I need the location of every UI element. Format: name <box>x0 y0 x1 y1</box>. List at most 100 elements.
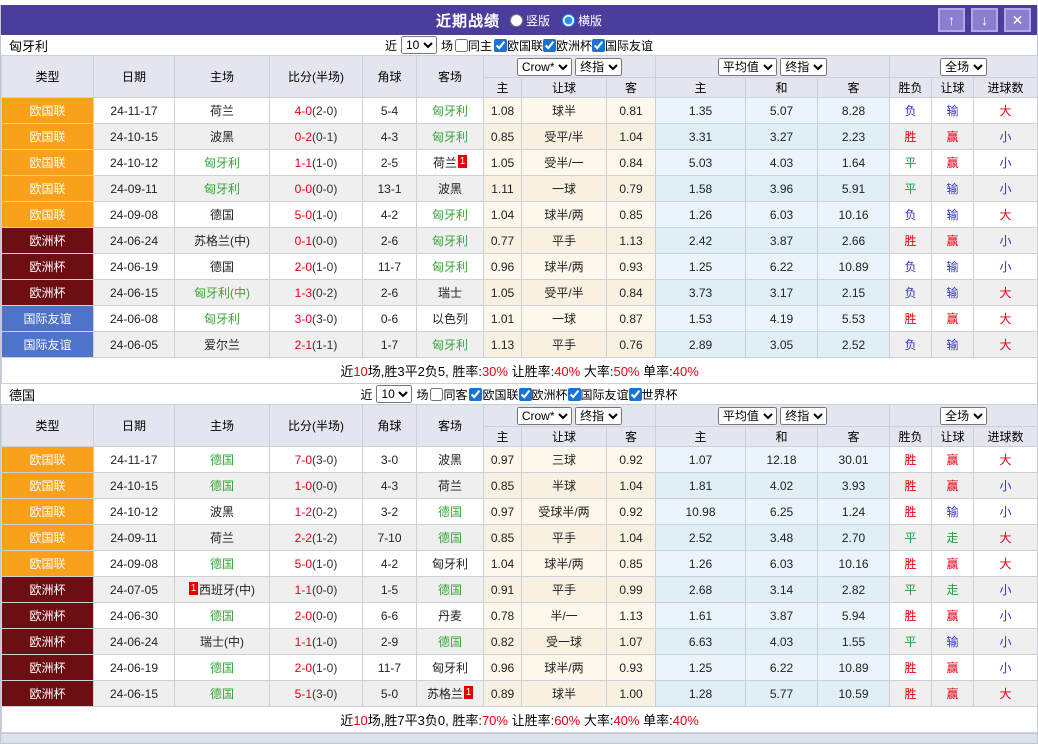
avg-stage-select[interactable]: 终指 <box>780 58 827 76</box>
match-type-cell: 欧国联 <box>2 176 94 202</box>
avg-away-cell: 2.70 <box>818 525 890 551</box>
result-cell: 胜 <box>890 473 932 499</box>
league-checkbox[interactable]: 欧洲杯 <box>519 386 568 403</box>
home-odds-cell: 1.08 <box>484 98 522 124</box>
avg-draw-cell: 6.22 <box>746 655 818 681</box>
up-arrow-icon: ↑ <box>948 10 955 30</box>
league-checkbox-label: 欧国联 <box>507 37 543 54</box>
league-checkbox-input[interactable] <box>494 39 507 52</box>
goals-cell: 小 <box>974 254 1038 280</box>
home-team-cell: 爱尔兰 <box>175 332 270 358</box>
away-team-cell: 匈牙利 <box>417 124 484 150</box>
league-checkbox-label: 欧洲杯 <box>556 37 592 54</box>
filter-row: 德国 近 10 场 同客 欧国联 欧洲杯 国际友谊 世界杯 <box>1 384 1037 404</box>
avg-source-select[interactable]: 平均值 <box>718 58 777 76</box>
home-team-cell: 德国 <box>175 473 270 499</box>
home-odds-cell: 1.13 <box>484 332 522 358</box>
avg-stage-select[interactable]: 终指 <box>780 407 827 425</box>
odds-stage-select[interactable]: 终指 <box>575 407 622 425</box>
vertical-radio-input[interactable] <box>510 14 523 27</box>
table-row: 欧国联 24-10-12 匈牙利 1-1(1-0) 2-5 荷兰1 1.05 受… <box>2 150 1038 176</box>
league-checkbox-input[interactable] <box>519 388 532 401</box>
avg-home-cell: 3.73 <box>656 280 746 306</box>
scope-select[interactable]: 全场 <box>940 407 987 425</box>
layout-horizontal-radio[interactable]: 横版 <box>562 12 602 29</box>
date-cell: 24-09-08 <box>94 551 175 577</box>
home-team-cell: 德国 <box>175 447 270 473</box>
league-checkbox-label: 欧洲杯 <box>532 386 568 403</box>
scope-select[interactable]: 全场 <box>940 58 987 76</box>
goals-cell: 大 <box>974 202 1038 228</box>
handicap-result-cell: 赢 <box>932 551 974 577</box>
same-venue-label: 同主 <box>468 37 492 54</box>
handicap-cell: 球半 <box>522 681 607 707</box>
avg-home-cell: 1.25 <box>656 254 746 280</box>
avg-away-cell: 10.16 <box>818 202 890 228</box>
date-cell: 24-06-08 <box>94 306 175 332</box>
avg-source-select[interactable]: 平均值 <box>718 407 777 425</box>
league-checkbox-input[interactable] <box>469 388 482 401</box>
date-cell: 24-06-05 <box>94 332 175 358</box>
col-away: 客场 <box>417 56 484 98</box>
home-team-cell: 苏格兰(中) <box>175 228 270 254</box>
match-count-select[interactable]: 10 <box>376 385 412 403</box>
league-checkbox[interactable]: 世界杯 <box>629 386 678 403</box>
goals-cell: 小 <box>974 124 1038 150</box>
same-venue-checkbox[interactable]: 同主 <box>455 37 492 54</box>
home-odds-cell: 0.96 <box>484 254 522 280</box>
close-button[interactable]: ✕ <box>1004 8 1031 32</box>
same-venue-checkbox[interactable]: 同客 <box>430 386 467 403</box>
home-team-cell: 荷兰 <box>175 525 270 551</box>
goals-cell: 小 <box>974 629 1038 655</box>
avg-draw-cell: 4.19 <box>746 306 818 332</box>
handicap-result-cell: 赢 <box>932 473 974 499</box>
handicap-cell: 受一球 <box>522 629 607 655</box>
handicap-cell: 半球 <box>522 473 607 499</box>
section-team: 匈牙利 <box>9 36 48 55</box>
corner-cell: 3-0 <box>363 447 417 473</box>
league-checkbox[interactable]: 欧国联 <box>494 37 543 54</box>
odds-stage-select[interactable]: 终指 <box>575 58 622 76</box>
league-checkbox[interactable]: 国际友谊 <box>592 37 653 54</box>
away-odds-cell: 0.93 <box>607 655 656 681</box>
same-venue-input[interactable] <box>430 388 443 401</box>
league-checkbox[interactable]: 欧国联 <box>469 386 518 403</box>
league-checkbox-input[interactable] <box>568 388 581 401</box>
handicap-result-cell: 赢 <box>932 306 974 332</box>
corner-cell: 2-9 <box>363 629 417 655</box>
result-cell: 胜 <box>890 681 932 707</box>
layout-vertical-radio[interactable]: 竖版 <box>510 12 550 29</box>
move-down-button[interactable]: ↓ <box>971 8 998 32</box>
corner-cell: 11-7 <box>363 254 417 280</box>
league-checkbox[interactable]: 欧洲杯 <box>543 37 592 54</box>
handicap-cell: 球半 <box>522 98 607 124</box>
score-cell: 1-1(1-0) <box>270 150 363 176</box>
odds-source-select[interactable]: Crow* <box>517 58 572 76</box>
move-up-button[interactable]: ↑ <box>938 8 965 32</box>
match-count-select[interactable]: 10 <box>401 36 437 54</box>
home-odds-cell: 0.82 <box>484 629 522 655</box>
league-checkbox[interactable]: 国际友谊 <box>568 386 629 403</box>
odds-source-select[interactable]: Crow* <box>517 407 572 425</box>
horizontal-radio-input[interactable] <box>562 14 575 27</box>
away-odds-cell: 0.81 <box>607 98 656 124</box>
handicap-cell: 受半/一 <box>522 150 607 176</box>
col-score: 比分(半场) <box>270 405 363 447</box>
col-avg-away: 客 <box>818 427 890 447</box>
match-type-cell: 欧国联 <box>2 202 94 228</box>
corner-cell: 2-6 <box>363 228 417 254</box>
result-cell: 平 <box>890 629 932 655</box>
home-odds-cell: 0.78 <box>484 603 522 629</box>
away-odds-cell: 0.99 <box>607 577 656 603</box>
away-odds-cell: 1.13 <box>607 603 656 629</box>
avg-away-cell: 2.23 <box>818 124 890 150</box>
crow-select-group: Crow* 终指 <box>484 56 656 78</box>
same-venue-input[interactable] <box>455 39 468 52</box>
league-checkbox-input[interactable] <box>543 39 556 52</box>
away-team-cell: 匈牙利 <box>417 228 484 254</box>
handicap-result-cell: 赢 <box>932 655 974 681</box>
league-checkbox-input[interactable] <box>592 39 605 52</box>
avg-home-cell: 3.31 <box>656 124 746 150</box>
result-cell: 平 <box>890 577 932 603</box>
league-checkbox-input[interactable] <box>629 388 642 401</box>
